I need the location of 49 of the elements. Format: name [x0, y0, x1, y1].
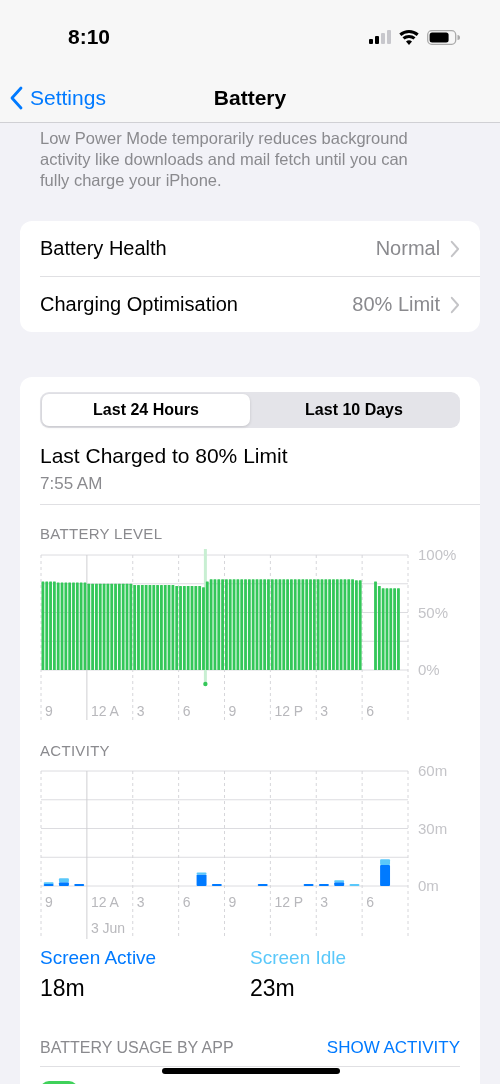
axis-label: 0m — [418, 877, 439, 894]
axis-label: 9 — [45, 894, 53, 910]
axis-label: 6 — [182, 703, 191, 719]
axis-label: 9 — [228, 703, 237, 719]
axis-label: 0% — [418, 661, 440, 678]
axis-label: 6 — [366, 703, 374, 719]
axis-label: 3 — [136, 703, 145, 719]
back-chevron-icon — [10, 86, 24, 110]
axis-label: 3 — [320, 894, 329, 910]
stat-value: 18m — [40, 975, 86, 1002]
segment-tab[interactable]: Last 10 Days — [250, 394, 458, 426]
last-charged-title: Last Charged to 80% Limit — [40, 444, 289, 468]
page-title: Battery — [213, 86, 287, 110]
axis-label: 9 — [45, 703, 53, 719]
axis-label: 100% — [418, 548, 457, 563]
legend-label: Screen Active — [40, 947, 158, 969]
show-activity-link[interactable]: SHOW ACTIVITY — [326, 1038, 460, 1058]
wifi-icon — [399, 29, 419, 45]
row-label: Battery Health — [40, 237, 168, 260]
row-value: Normal — [375, 237, 441, 260]
battery-icon — [427, 29, 460, 45]
axis-label: 30m — [418, 819, 448, 837]
axis-label: 3 — [320, 703, 329, 719]
row-label: Charging Optimisation — [40, 293, 239, 316]
low-power-footnote: Low Power Mode temporarily reduces background activity like downloads and mail fetch until you can fully charge your iPhone. — [39, 128, 409, 191]
date-label: 3 Jun — [90, 920, 126, 936]
axis-label: 9 — [228, 894, 237, 910]
axis-label: 12 P — [274, 703, 304, 719]
stat-value: 23m — [250, 975, 296, 1002]
status-time: 8:10 — [68, 25, 111, 49]
axis-label: 12 P — [274, 894, 304, 910]
segment-tab[interactable]: Last 24 Hours — [42, 394, 250, 426]
axis-label: 6 — [182, 894, 191, 910]
last-charged-time: 7:55 AM — [40, 474, 104, 494]
chart-title: ACTIVITY — [39, 742, 111, 759]
legend-label: Screen Idle — [250, 947, 348, 969]
axis-label: 6 — [366, 894, 374, 910]
chart-title: BATTERY LEVEL — [39, 525, 164, 542]
axis-label: 3 — [136, 894, 145, 910]
axis-label: 50% — [418, 603, 449, 621]
back-button[interactable]: Settings — [0, 86, 106, 110]
section-title: BATTERY USAGE BY APP — [40, 1039, 234, 1057]
signal-icon — [369, 30, 391, 44]
axis-label: 60m — [418, 765, 448, 779]
axis-label: 12 A — [90, 703, 119, 719]
axis-label: 12 A — [90, 894, 119, 910]
chevron-icon — [450, 239, 460, 258]
chevron-icon — [450, 295, 460, 314]
row-value: 80% Limit — [352, 293, 441, 316]
